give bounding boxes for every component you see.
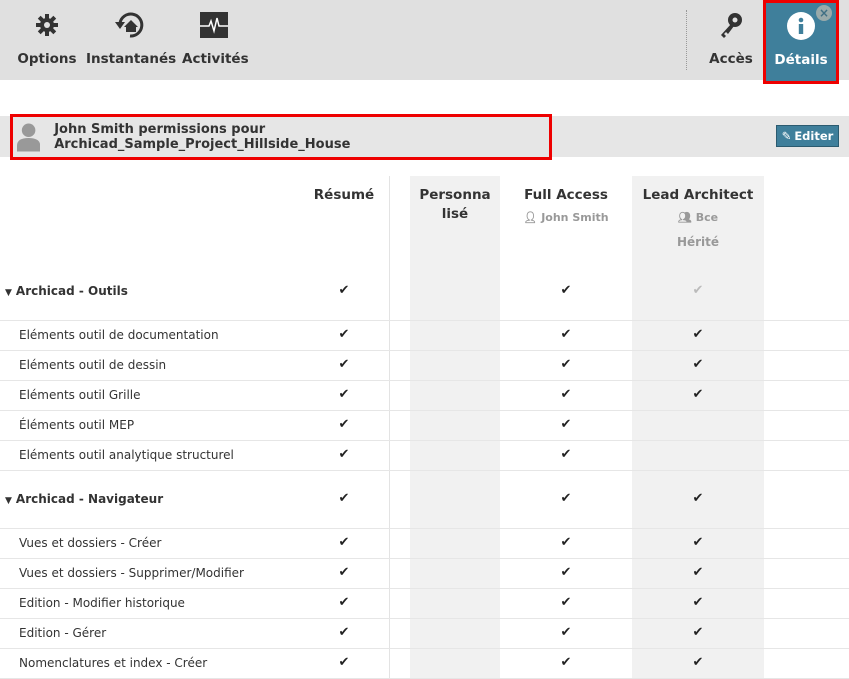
- row-label: Edition - Modifier historique: [19, 596, 185, 610]
- full-check-icon: ✔: [560, 387, 572, 402]
- row-label: Nomenclatures et index - Créer: [19, 656, 208, 670]
- full-check-icon: ✔: [560, 595, 572, 610]
- permissions-title: John Smith permissions pour Archicad_Sam…: [10, 114, 552, 160]
- table-row: Edition - Gérer ✔ ✔ ✔: [0, 619, 849, 649]
- row-label: Vues et dossiers - Créer: [19, 536, 162, 550]
- lead-check-icon: ✔: [692, 565, 704, 580]
- activities-button[interactable]: Activités: [182, 0, 249, 80]
- row-label: Éléments outil MEP: [19, 418, 135, 432]
- user-avatar-icon: [17, 123, 41, 152]
- edit-button[interactable]: ✎ Editer: [776, 125, 839, 147]
- row-label: Vues et dossiers - Supprimer/Modifier: [19, 566, 244, 580]
- options-button[interactable]: Options: [16, 0, 78, 80]
- lead-check-icon: ✔: [692, 357, 704, 372]
- table-row: Nomenclatures et index - Créer ✔ ✔ ✔: [0, 649, 849, 679]
- summary-check-icon: ✔: [338, 595, 350, 610]
- user-icon: 👤︎: [523, 211, 538, 224]
- lead-check-icon: ✔: [692, 327, 704, 342]
- full-check-icon: ✔: [560, 447, 572, 462]
- table-row: Vues et dossiers - Supprimer/Modifier ✔ ✔ ✔: [0, 559, 849, 589]
- row-label: Eléments outil Grille: [19, 388, 141, 402]
- toolbar-divider: [686, 10, 687, 70]
- toolbar: Options Instantanés Activités Accès × Dé…: [0, 0, 849, 84]
- full-check-icon: ✔: [560, 655, 572, 670]
- row-label: Archicad - Navigateur: [15, 492, 164, 506]
- access-button[interactable]: Accès: [706, 0, 756, 80]
- activity-monitor-icon: [182, 12, 246, 38]
- full-check-icon: ✔: [560, 357, 572, 372]
- table-row: Vues et dossiers - Créer ✔ ✔ ✔: [0, 529, 849, 559]
- lead-check-icon: ✔: [692, 387, 704, 402]
- lead-check-icon: ✔: [692, 535, 704, 550]
- lead-check-icon: ✔: [692, 625, 704, 640]
- lead-check-icon: ✔: [692, 595, 704, 610]
- table-row: Eléments outil Grille ✔ ✔ ✔: [0, 381, 849, 411]
- summary-check-icon: ✔: [338, 491, 350, 506]
- gear-icon: [16, 12, 78, 38]
- full-check-icon: ✔: [560, 625, 572, 640]
- summary-check-icon: ✔: [338, 387, 350, 402]
- row-label: Eléments outil de documentation: [19, 328, 219, 342]
- table-row: Eléments outil de documentation ✔ ✔ ✔: [0, 321, 849, 351]
- row-label: Eléments outil analytique structurel: [19, 448, 234, 462]
- summary-check-icon: ✔: [338, 565, 350, 580]
- summary-check-icon: ✔: [338, 535, 350, 550]
- summary-check-icon: ✔: [338, 655, 350, 670]
- full-check-icon: ✔: [560, 491, 572, 506]
- table-row: Eléments outil de dessin ✔ ✔ ✔: [0, 351, 849, 381]
- full-check-icon: ✔: [560, 327, 572, 342]
- col-full-access: Full Access 👤︎ John Smith: [523, 187, 609, 224]
- full-check-icon: ✔: [560, 283, 572, 298]
- summary-check-icon: ✔: [338, 357, 350, 372]
- caret-down-icon[interactable]: ▼: [5, 288, 12, 298]
- full-check-icon: ✔: [560, 565, 572, 580]
- col-lead-architect: Lead Architect 👥︎ Bce Hérité: [642, 187, 754, 249]
- key-icon: [706, 12, 756, 38]
- close-icon[interactable]: ×: [816, 5, 832, 21]
- summary-check-icon: ✔: [338, 417, 350, 432]
- group-row[interactable]: ▼ Archicad - Navigateur ✔ ✔ ✔: [0, 471, 849, 529]
- col-custom: Personna lisé: [419, 187, 491, 222]
- pencil-icon: ✎: [781, 129, 792, 143]
- row-label: Eléments outil de dessin: [19, 358, 167, 372]
- lead-check-icon: ✔: [692, 283, 704, 298]
- details-button[interactable]: × Détails: [763, 0, 839, 84]
- caret-down-icon[interactable]: ▼: [5, 496, 12, 506]
- group-icon: 👥︎: [677, 211, 692, 224]
- table-row: Edition - Modifier historique ✔ ✔ ✔: [0, 589, 849, 619]
- summary-check-icon: ✔: [338, 327, 350, 342]
- lead-check-icon: ✔: [692, 655, 704, 670]
- col-summary: Résumé: [313, 187, 375, 203]
- row-label: Edition - Gérer: [19, 626, 107, 640]
- summary-check-icon: ✔: [338, 283, 350, 298]
- summary-check-icon: ✔: [338, 625, 350, 640]
- snapshot-restore-icon: [86, 12, 174, 38]
- lead-check-icon: ✔: [692, 491, 704, 506]
- group-row[interactable]: ▼ Archicad - Outils ✔ ✔ ✔: [0, 262, 849, 321]
- full-check-icon: ✔: [560, 535, 572, 550]
- table-row: Eléments outil analytique structurel ✔ ✔: [0, 441, 849, 471]
- table-row: Éléments outil MEP ✔ ✔: [0, 411, 849, 441]
- snapshots-button[interactable]: Instantanés: [86, 0, 176, 80]
- full-check-icon: ✔: [560, 417, 572, 432]
- summary-check-icon: ✔: [338, 447, 350, 462]
- row-label: Archicad - Outils: [15, 284, 128, 298]
